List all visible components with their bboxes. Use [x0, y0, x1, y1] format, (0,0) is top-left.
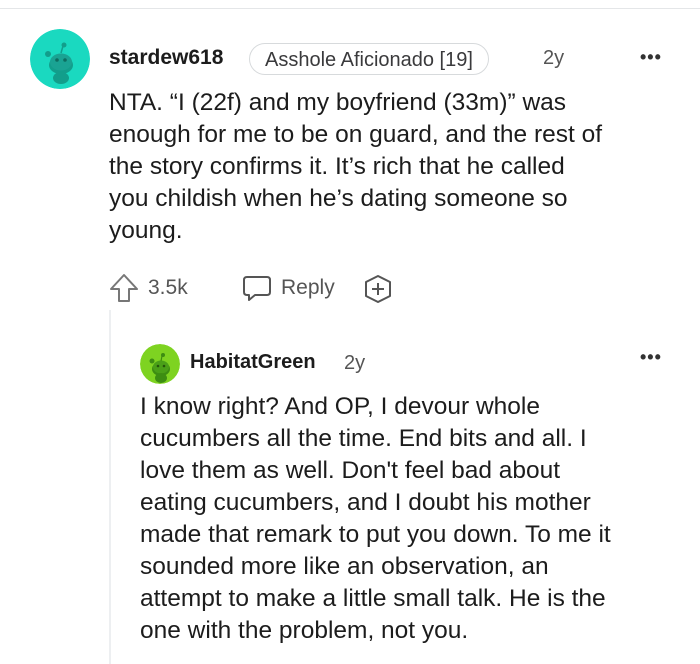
reply-line: I know right? And OP, I devour whole [140, 393, 540, 420]
reply-line: made that remark to put you down. To me … [140, 521, 611, 548]
comment-line: young. [109, 217, 183, 244]
more-options-icon[interactable]: ••• [640, 47, 662, 68]
comment-age: 2y [543, 47, 565, 69]
reply-line: attempt to make a little small talk. He … [140, 585, 606, 612]
reply-button[interactable]: Reply [241, 272, 335, 304]
top-divider [0, 8, 700, 9]
upvote-arrow-icon [110, 274, 138, 302]
reply-label: Reply [281, 276, 335, 299]
user-avatar[interactable] [30, 29, 90, 89]
user-flair: Asshole Aficionado [19] [249, 43, 489, 75]
thread-line[interactable] [109, 310, 111, 664]
reply-line: one with the problem, not you. [140, 617, 469, 644]
reply-body: I know right? And OP, I devour whole cuc… [140, 391, 690, 647]
reply-age: 2y [344, 352, 366, 374]
comment-line: the story confirms it. It’s rich that he… [109, 153, 565, 180]
reply-avatar[interactable] [140, 344, 180, 384]
award-plus-icon [365, 275, 391, 303]
comment-body: NTA. “I (22f) and my boyfriend (33m)” wa… [109, 87, 689, 247]
comment-line: NTA. “I (22f) and my boyfriend (33m)” wa… [109, 89, 567, 116]
reply-line: eating cucumbers, and I doubt his mother [140, 489, 591, 516]
reply-line: sounded more like an observation, an [140, 553, 549, 580]
upvote-button[interactable]: 3.5k [108, 272, 188, 304]
comment-username[interactable]: stardew618 [109, 46, 223, 70]
reply-line: love them as well. Don't feel bad about [140, 457, 561, 484]
comment-line: enough for me to be on guard, and the re… [109, 121, 603, 148]
comment-line: you childish when he’s dating someone so [109, 185, 568, 212]
award-button[interactable] [362, 274, 394, 304]
reply-username[interactable]: HabitatGreen [190, 351, 316, 374]
more-options-icon[interactable]: ••• [640, 347, 662, 368]
upvote-count: 3.5k [148, 276, 188, 299]
snoo-avatar-icon [140, 344, 180, 384]
reply-line: cucumbers all the time. End bits and all… [140, 425, 587, 452]
snoo-avatar-icon [30, 29, 90, 89]
reply-bubble-icon [243, 276, 271, 301]
